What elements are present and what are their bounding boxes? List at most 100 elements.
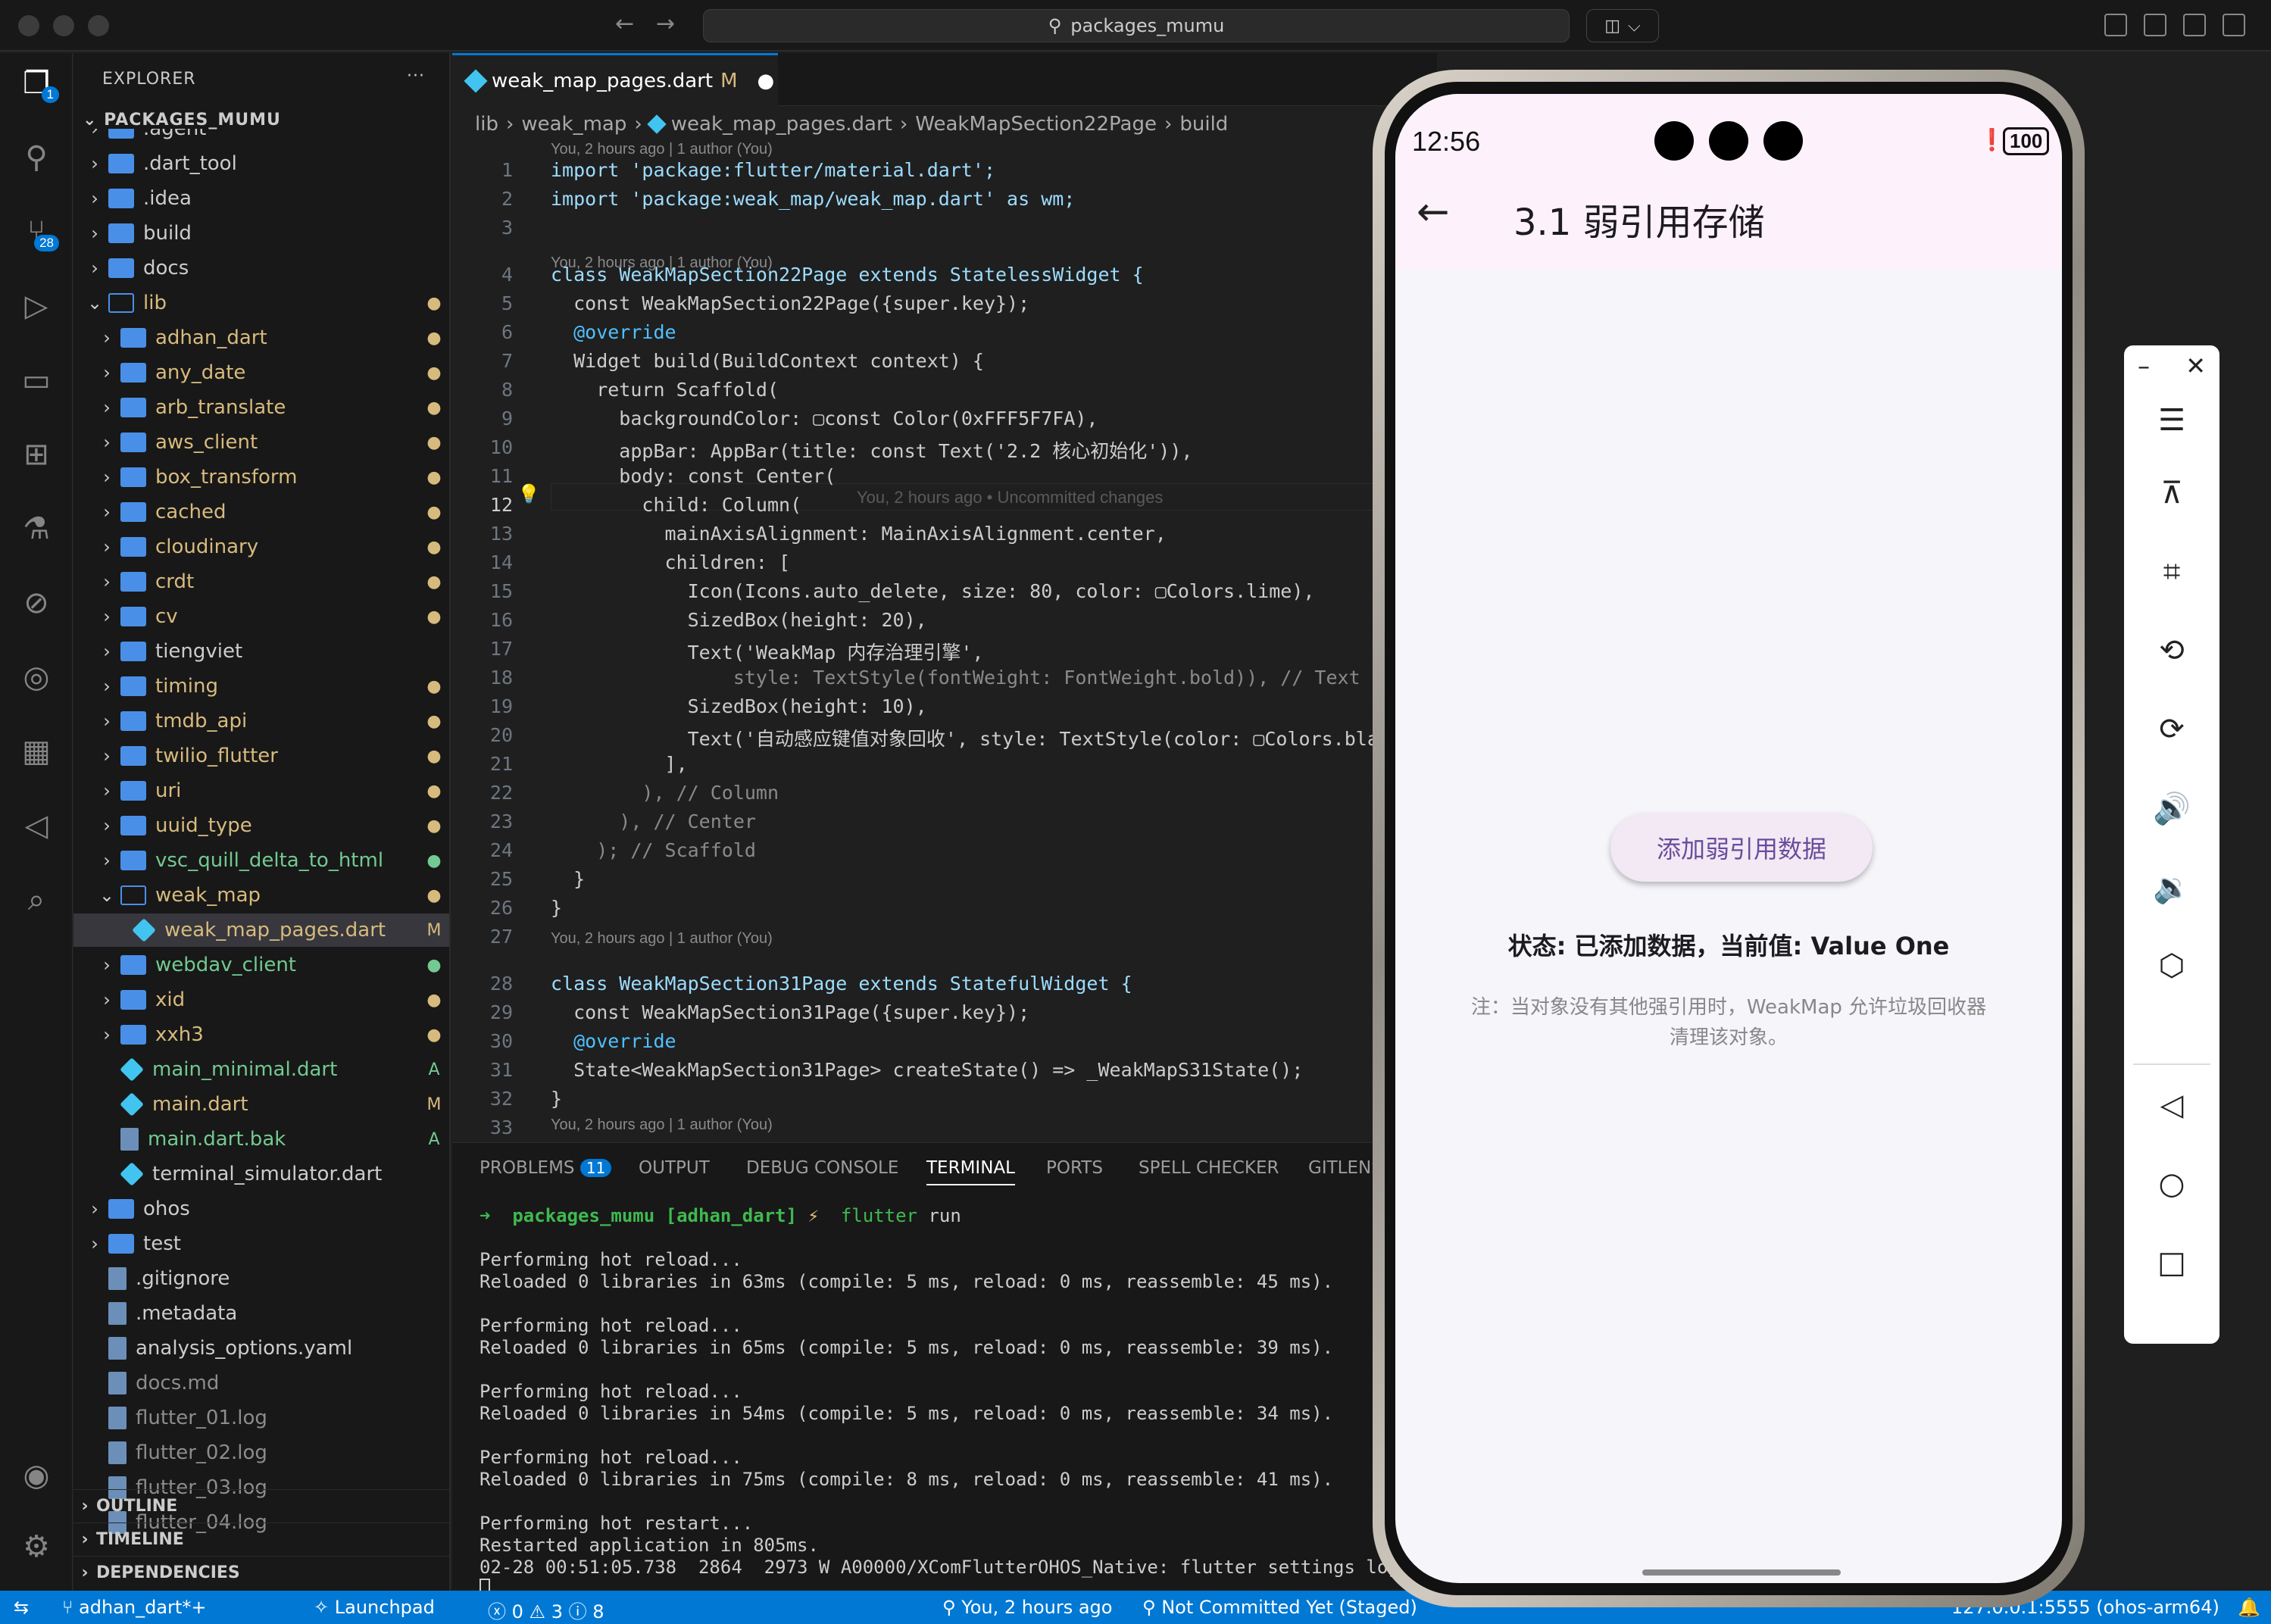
menu-icon[interactable]: ☰ — [2124, 403, 2219, 438]
tree-item[interactable]: flutter_02.log — [73, 1436, 449, 1469]
tree-item[interactable]: › build — [73, 217, 449, 250]
zoom-window-button[interactable] — [88, 15, 109, 36]
crop-icon[interactable]: ⌗ — [2124, 554, 2219, 589]
tree-item[interactable]: › aws_client ● — [73, 426, 449, 459]
tree-item[interactable]: › .idea — [73, 182, 449, 215]
outline-section[interactable]: › OUTLINE — [73, 1489, 449, 1522]
tree-item[interactable]: ⌄ weak_map ● — [73, 879, 449, 912]
add-weak-ref-button[interactable]: 添加弱引用数据 — [1610, 814, 1873, 882]
tab-gitlens[interactable]: GITLENS — [1308, 1158, 1382, 1178]
tab-output[interactable]: OUTPUT — [639, 1158, 710, 1178]
lightbulb-icon[interactable]: 💡 — [517, 483, 540, 504]
tree-item[interactable]: › timing ● — [73, 670, 449, 703]
tree-item[interactable]: terminal_simulator.dart — [73, 1157, 449, 1191]
commit-indicator[interactable]: ⚲ Not Committed Yet (Staged) — [1142, 1597, 1417, 1618]
tree-item[interactable]: › any_date ● — [73, 356, 449, 389]
toggle-panel-icon[interactable] — [2183, 14, 2206, 36]
codelens-blame[interactable]: You, 2 hours ago | 1 author (You) — [551, 141, 773, 158]
flutter-icon[interactable]: ◁ — [15, 804, 58, 847]
tree-item[interactable]: › xxh3 ● — [73, 1018, 449, 1051]
home-indicator[interactable] — [1642, 1569, 1841, 1576]
nav-recents-icon[interactable]: □ — [2124, 1245, 2219, 1280]
pin-off-icon[interactable]: ⊼ — [2124, 476, 2219, 511]
rotate-left-icon[interactable]: ⟲ — [2124, 633, 2219, 668]
phone-screen[interactable]: 12:56 ❗ 100 ← 3.1 弱引用存储 添加弱引用数据 状态: 已添加数… — [1395, 94, 2062, 1583]
tree-item[interactable]: analysis_options.yaml — [73, 1332, 449, 1365]
code-editor[interactable]: You, 2 hours ago | 1 author (You) You, 2… — [452, 141, 1467, 1141]
tree-item[interactable]: › twilio_flutter ● — [73, 739, 449, 773]
back-arrow-icon[interactable]: ← — [615, 11, 634, 37]
tree-item[interactable]: main.dart M — [73, 1088, 449, 1121]
tree-item[interactable]: › docs — [73, 251, 449, 285]
tree-item[interactable]: weak_map_pages.dart M — [73, 914, 449, 947]
tree-item[interactable]: › webdav_client ● — [73, 948, 449, 982]
unsaved-dot-icon[interactable]: ● — [758, 70, 775, 92]
inspector-icon[interactable]: ⌕ — [15, 879, 58, 921]
breadcrumb-class[interactable]: WeakMapSection22Page — [915, 113, 1157, 136]
tree-item[interactable]: › cached ● — [73, 495, 449, 529]
command-center-search[interactable]: ⚲ packages_mumu — [703, 9, 1570, 42]
breadcrumb-file[interactable]: weak_map_pages.dart — [671, 113, 892, 136]
more-actions-icon[interactable]: ··· — [407, 67, 425, 86]
tab-debug-console[interactable]: DEBUG CONSOLE — [746, 1158, 898, 1178]
tree-item[interactable]: › uuid_type ● — [73, 809, 449, 842]
remote-icon[interactable]: ⇆ — [14, 1597, 29, 1618]
tree-item[interactable]: › tiengviet — [73, 635, 449, 668]
launchpad-indicator[interactable]: ✧ Launchpad — [314, 1597, 435, 1618]
blame-indicator[interactable]: ⚲ You, 2 hours ago — [942, 1597, 1112, 1618]
tree-item[interactable]: › .dart_tool — [73, 147, 449, 180]
tree-item[interactable]: flutter_01.log — [73, 1401, 449, 1435]
tree-item[interactable]: › .agent — [73, 129, 449, 145]
branch-indicator[interactable]: ⑂ adhan_dart*+ — [62, 1597, 206, 1618]
breadcrumb-weak-map[interactable]: weak_map — [521, 113, 626, 136]
close-window-button[interactable] — [18, 15, 39, 36]
tree-item[interactable]: › box_transform ● — [73, 461, 449, 494]
nav-back-icon[interactable]: ◁ — [2124, 1088, 2219, 1123]
timeline-section[interactable]: › TIMELINE — [73, 1522, 449, 1556]
tree-item[interactable]: docs.md — [73, 1366, 449, 1400]
tree-item[interactable]: › vsc_quill_delta_to_html ● — [73, 844, 449, 877]
nav-home-icon[interactable]: ○ — [2124, 1166, 2219, 1201]
testing-icon[interactable]: ⚗ — [15, 508, 58, 550]
minimize-window-button[interactable] — [53, 15, 74, 36]
tree-item[interactable]: › ohos — [73, 1192, 449, 1226]
account-icon[interactable]: ◉ — [15, 1454, 58, 1497]
search-icon[interactable]: ⚲ — [15, 136, 58, 179]
tree-item[interactable]: › adhan_dart ● — [73, 321, 449, 354]
codelens-blame[interactable]: You, 2 hours ago | 1 author (You) — [551, 1116, 773, 1134]
tree-item[interactable]: › crdt ● — [73, 565, 449, 598]
close-icon[interactable]: ✕ — [2124, 351, 2219, 380]
containers-icon[interactable]: ▦ — [15, 730, 58, 773]
copilot-button[interactable]: ◫ ⌵ — [1586, 9, 1659, 42]
tree-item[interactable]: .gitignore — [73, 1262, 449, 1295]
breadcrumb-method[interactable]: build — [1179, 113, 1228, 136]
tree-item[interactable]: main.dart.bak A — [73, 1123, 449, 1156]
breadcrumb-lib[interactable]: lib — [475, 113, 498, 136]
run-debug-icon[interactable]: ▷ — [15, 285, 58, 327]
back-arrow-icon[interactable]: ← — [1417, 189, 1450, 235]
tab-problems[interactable]: PROBLEMS 11 — [480, 1158, 612, 1178]
tree-item[interactable]: › cv ● — [73, 600, 449, 633]
workspace-root[interactable]: ⌄ PACKAGES_MUMU — [83, 111, 281, 130]
tree-item[interactable]: › test — [73, 1227, 449, 1260]
extensions-icon[interactable]: ⊞ — [15, 433, 58, 476]
toggle-secondary-sidebar-icon[interactable] — [2223, 14, 2245, 36]
problems-indicator[interactable]: ⓧ 0 ⚠ 3 ⓘ 8 — [488, 1597, 604, 1623]
explorer-icon[interactable]: ❐ 1 — [15, 62, 59, 105]
volume-up-icon[interactable]: 🔊 — [2124, 791, 2219, 826]
terminal-output[interactable]: Performing hot reload... Reloaded 0 libra… — [452, 1249, 1467, 1598]
dependencies-section[interactable]: › DEPENDENCIES — [73, 1556, 449, 1589]
tree-item[interactable]: .metadata — [73, 1297, 449, 1330]
tree-item[interactable]: › arb_translate ● — [73, 391, 449, 424]
git-graph-icon[interactable]: ⊘ — [15, 582, 58, 624]
remote-explorer-icon[interactable]: ▭ — [15, 359, 58, 401]
tree-item[interactable]: › tmdb_api ● — [73, 704, 449, 738]
tree-item[interactable]: › uri ● — [73, 774, 449, 807]
bell-icon[interactable]: 🔔 — [2238, 1597, 2260, 1618]
fold-icon[interactable]: ⬡ — [2124, 948, 2219, 983]
tab-ports[interactable]: PORTS — [1046, 1158, 1103, 1178]
tab-spell-checker[interactable]: SPELL CHECKER — [1139, 1158, 1279, 1178]
forward-arrow-icon[interactable]: → — [656, 11, 675, 37]
toggle-sidebar-icon[interactable] — [2144, 14, 2166, 36]
tree-item[interactable]: › cloudinary ● — [73, 530, 449, 564]
